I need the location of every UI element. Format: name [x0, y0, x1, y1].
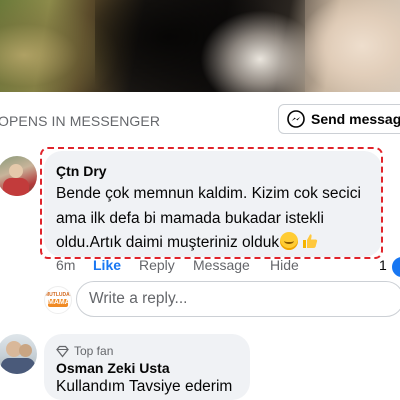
reply-button[interactable]: Reply [139, 257, 175, 273]
reaction-count[interactable]: 1 [379, 257, 387, 273]
messenger-icon [287, 110, 305, 128]
comment-author[interactable]: Çtn Dry [56, 163, 107, 179]
post-image [0, 0, 400, 92]
thumbs-up-emoji-icon [301, 232, 319, 250]
top-fan-label: Top fan [74, 344, 114, 358]
message-button[interactable]: Message [193, 257, 250, 273]
diamond-icon [56, 345, 69, 358]
image-detail [200, 10, 320, 92]
avatar[interactable] [0, 334, 37, 374]
logo-text-bottom: MAMA [48, 299, 70, 307]
smiling-face-emoji-icon [280, 232, 299, 250]
comment-text: Bende çok memnun kaldim. Kizim cok secic… [56, 182, 374, 256]
like-button[interactable]: Like [93, 257, 121, 273]
comment-actions: 6m Like Reply Message Hide 1 [0, 257, 400, 275]
avatar-body [1, 358, 35, 374]
send-message-button[interactable]: Send message [278, 104, 400, 134]
opens-in-messenger-label: OPENS IN MESSENGER [0, 113, 161, 129]
image-detail [305, 0, 400, 92]
avatar[interactable] [0, 156, 37, 196]
comment-text: Kullandım Tavsiye ederim [56, 378, 233, 395]
comment-author[interactable]: Osman Zeki Usta [56, 360, 170, 376]
avatar-face [19, 344, 32, 357]
reply-input[interactable] [76, 281, 400, 317]
avatar-face [9, 164, 23, 178]
top-fan-badge: Top fan [56, 344, 113, 358]
logo-text-top: MUTLUDAN [45, 292, 72, 298]
page-avatar[interactable]: MUTLUDAN MAMA [44, 286, 72, 314]
avatar-body [3, 178, 29, 196]
hide-button[interactable]: Hide [270, 257, 299, 273]
send-message-label: Send message [311, 111, 400, 127]
comment-time[interactable]: 6m [56, 257, 75, 273]
